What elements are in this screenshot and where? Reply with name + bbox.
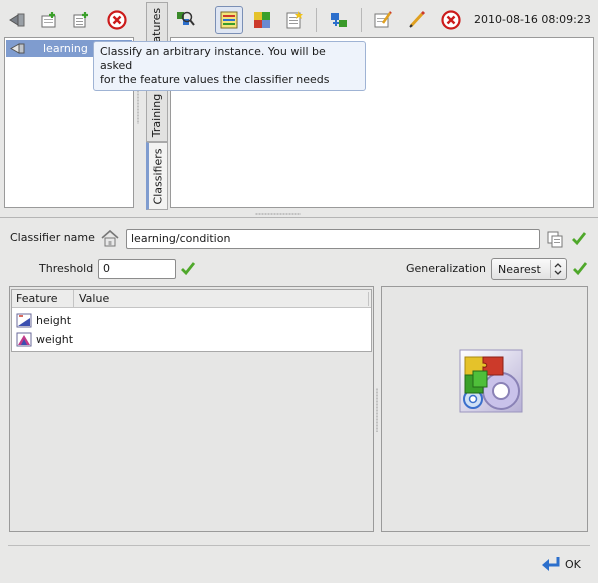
inspect-icon	[177, 11, 195, 26]
edit-icon	[374, 11, 392, 28]
notes-icon	[286, 11, 303, 29]
generalization-confirm-icon[interactable]	[572, 260, 588, 279]
splitter-vertical-bottom[interactable]	[376, 388, 378, 432]
home-icon	[101, 229, 119, 247]
threshold-label: Threshold	[39, 262, 94, 275]
edit-button[interactable]	[370, 7, 396, 33]
new-item-icon	[73, 12, 88, 28]
column-header-feature[interactable]: Feature	[16, 290, 74, 308]
feature-cell: weight	[36, 333, 74, 346]
toolbar-separator-2	[361, 8, 362, 32]
new-folder-button[interactable]	[36, 7, 62, 33]
tree-item-label: learning	[43, 42, 88, 55]
delete-icon	[441, 10, 461, 30]
rule-icon	[10, 43, 25, 54]
generalization-label: Generalization	[406, 262, 486, 275]
tooltip-line-2: for the feature values the classifier ne…	[100, 73, 330, 86]
inspect-button[interactable]	[172, 7, 198, 33]
home-button[interactable]	[98, 226, 122, 250]
generalization-select[interactable]: Nearest	[491, 258, 567, 280]
ok-button[interactable]: OK	[540, 553, 590, 575]
classifier-gear-puzzle-icon	[459, 349, 523, 416]
ok-label: OK	[565, 557, 581, 571]
puzzle-button[interactable]	[249, 7, 275, 33]
tab-classifiers[interactable]: Classifiers	[146, 142, 168, 210]
select-arrows-icon	[550, 260, 564, 278]
column-header-value[interactable]: Value	[79, 290, 109, 308]
pencil-button[interactable]	[404, 7, 430, 33]
splitter-horizontal[interactable]	[255, 213, 301, 215]
classifier-name-confirm-icon[interactable]	[571, 230, 587, 249]
feature-table-header: Feature Value	[12, 290, 371, 308]
copy-button[interactable]	[543, 227, 567, 251]
feature-table[interactable]: Feature Value height weight	[11, 289, 372, 352]
back-button[interactable]	[4, 7, 30, 33]
table-row[interactable]: height	[12, 311, 371, 330]
close-button[interactable]	[104, 7, 130, 33]
ok-arrow-icon	[542, 557, 560, 571]
weight-feature-icon	[16, 332, 32, 353]
puzzle-icon	[254, 12, 270, 28]
move-icon	[331, 13, 347, 27]
close-icon	[107, 10, 127, 30]
delete-button[interactable]	[438, 7, 464, 33]
back-icon	[9, 13, 25, 27]
classify-button[interactable]	[215, 6, 243, 34]
feature-cell: height	[36, 314, 72, 327]
classifier-name-label: Classifier name	[10, 231, 95, 244]
move-button[interactable]	[326, 7, 352, 33]
generalization-value: Nearest	[498, 263, 541, 276]
table-row[interactable]: weight	[12, 330, 371, 349]
column-header-end	[368, 292, 369, 306]
copy-icon	[547, 231, 563, 248]
classifier-name-input[interactable]: learning/condition	[126, 229, 540, 249]
threshold-confirm-icon[interactable]	[180, 260, 196, 279]
classify-tooltip: Classify an arbitrary instance. You will…	[93, 41, 366, 91]
threshold-input[interactable]: 0	[98, 259, 176, 279]
footer-divider	[8, 545, 590, 546]
new-item-button[interactable]	[68, 7, 94, 33]
timestamp: 2010-08-16 08:09:23	[474, 13, 591, 26]
tooltip-line-1: Classify an arbitrary instance. You will…	[100, 45, 326, 72]
classify-icon	[220, 11, 238, 29]
toolbar-separator	[316, 8, 317, 32]
notes-button[interactable]	[281, 7, 307, 33]
pencil-icon	[409, 10, 426, 28]
new-folder-icon	[41, 12, 56, 28]
